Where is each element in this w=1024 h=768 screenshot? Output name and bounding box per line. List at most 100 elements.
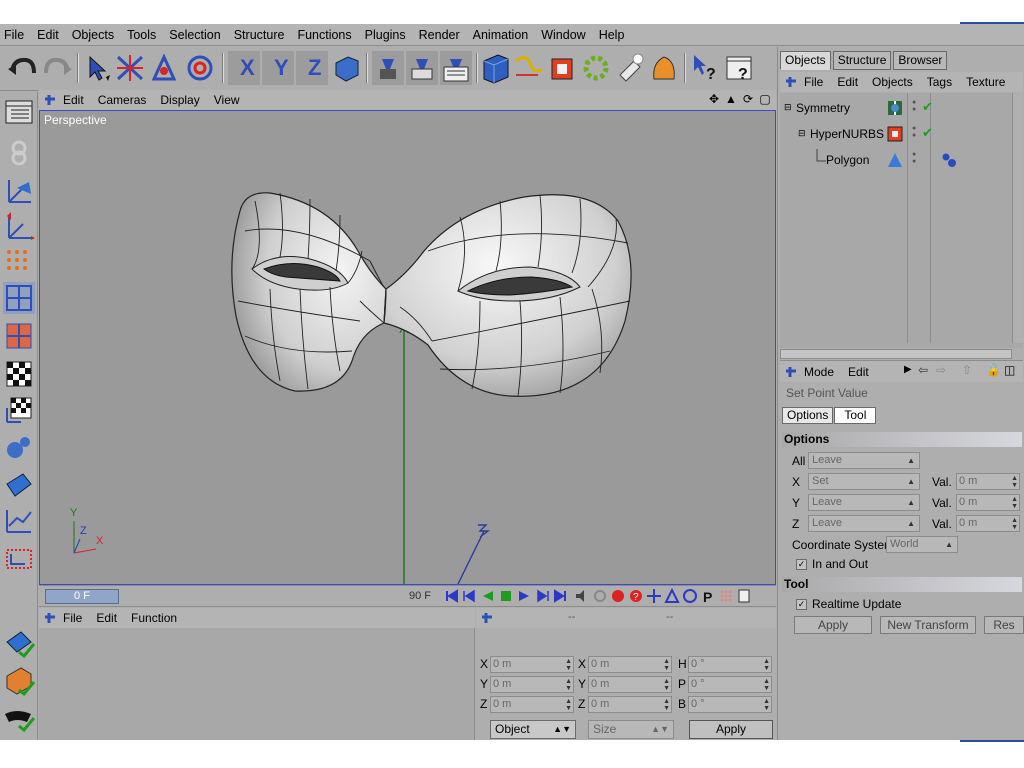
menu-edit[interactable]: Edit bbox=[37, 28, 59, 42]
reset-values-button[interactable]: Res bbox=[984, 616, 1024, 634]
viewport-menu-edit[interactable]: Edit bbox=[63, 93, 84, 107]
current-frame-field[interactable]: 0 F bbox=[45, 589, 119, 604]
menu-animation[interactable]: Animation bbox=[473, 28, 529, 42]
tweak-mode-icon[interactable] bbox=[3, 432, 35, 464]
forward-arrow-icon[interactable]: ⇨ bbox=[936, 363, 946, 377]
coordinate-system-icon[interactable] bbox=[330, 51, 362, 85]
om-menu-tags[interactable]: Tags bbox=[927, 75, 952, 89]
record-keys-icon[interactable] bbox=[610, 588, 626, 604]
visibility-dots-icon[interactable]: ● ● bbox=[912, 99, 916, 113]
rotate-view-icon[interactable]: ⟳ bbox=[741, 92, 755, 106]
enabled-check-icon[interactable]: ✔ bbox=[922, 99, 933, 115]
timeline-settings-icon[interactable] bbox=[736, 588, 752, 604]
texture-mode-icon[interactable] bbox=[3, 358, 35, 390]
om-menu-file[interactable]: File bbox=[804, 75, 823, 89]
play-backward-icon[interactable] bbox=[480, 588, 496, 604]
array-icon[interactable] bbox=[580, 51, 612, 85]
object-list-horizontal-scrollbar[interactable] bbox=[780, 349, 1012, 359]
locked-workplane-icon[interactable] bbox=[3, 664, 35, 696]
loop-icon[interactable] bbox=[592, 588, 608, 604]
redo-icon[interactable] bbox=[42, 51, 74, 85]
render-settings-icon[interactable] bbox=[440, 51, 472, 85]
menu-structure[interactable]: Structure bbox=[234, 28, 285, 42]
polygons-mode-icon[interactable] bbox=[3, 320, 35, 352]
viewport-menu-display[interactable]: Display bbox=[160, 93, 199, 107]
new-manager-icon[interactable]: ◫ bbox=[1004, 363, 1015, 377]
animation-mode-icon[interactable] bbox=[3, 504, 35, 536]
new-transform-button[interactable]: New Transform bbox=[880, 616, 976, 634]
material-menu-edit[interactable]: Edit bbox=[96, 611, 117, 625]
workplane-icon[interactable] bbox=[3, 542, 35, 574]
zoom-view-icon[interactable]: ▲ bbox=[724, 92, 738, 106]
menu-functions[interactable]: Functions bbox=[297, 28, 351, 42]
nurbs-icon[interactable] bbox=[546, 51, 578, 85]
maximize-view-icon[interactable]: ▢ bbox=[758, 92, 772, 106]
expand-arrow-icon[interactable]: ▶ bbox=[904, 364, 912, 375]
material-menu-file[interactable]: File bbox=[63, 611, 82, 625]
coordinate-mode-select[interactable]: Object ▲▼ bbox=[490, 720, 576, 739]
cube-icon[interactable] bbox=[480, 51, 512, 85]
position-track-icon[interactable] bbox=[646, 588, 662, 604]
object-list-vertical-scrollbar[interactable] bbox=[1012, 93, 1023, 343]
object-name[interactable]: Symmetry bbox=[796, 101, 850, 115]
tool-apply-button[interactable]: Apply bbox=[794, 616, 872, 634]
snap-settings-icon[interactable] bbox=[3, 732, 35, 740]
move-view-icon[interactable]: ✥ bbox=[707, 92, 721, 106]
points-mode-icon[interactable] bbox=[3, 246, 35, 278]
menu-objects[interactable]: Objects bbox=[72, 28, 114, 42]
x-mode-select[interactable]: Set ▲ bbox=[808, 473, 920, 490]
viewport-menu-view[interactable]: View bbox=[214, 93, 240, 107]
next-key-icon[interactable] bbox=[534, 588, 550, 604]
phong-tag-icon[interactable] bbox=[940, 151, 958, 169]
spline-icon[interactable] bbox=[512, 51, 544, 85]
x-axis-lock-icon[interactable]: X bbox=[228, 51, 260, 85]
collapse-icon[interactable]: ⊟ bbox=[784, 102, 792, 113]
x-val-field[interactable]: 0 m ▲ ▼ bbox=[956, 473, 1020, 490]
size-z-field[interactable]: 0 m ▲ ▼ bbox=[588, 696, 672, 713]
enable-snapping-icon[interactable] bbox=[3, 626, 35, 658]
deformer-icon[interactable] bbox=[648, 51, 680, 85]
undo-icon[interactable] bbox=[6, 51, 38, 85]
help-panel-icon[interactable]: ? bbox=[724, 51, 756, 85]
play-forward-icon[interactable] bbox=[516, 588, 532, 604]
render-view-icon[interactable] bbox=[372, 51, 404, 85]
object-axis-icon[interactable] bbox=[3, 174, 35, 206]
tool-section-header[interactable]: Tool bbox=[782, 577, 1022, 592]
visibility-dots-icon[interactable]: ● ● bbox=[912, 125, 916, 139]
layout-icon[interactable] bbox=[3, 96, 35, 128]
options-section-header[interactable]: Options bbox=[782, 432, 1022, 447]
pin-icon[interactable] bbox=[43, 93, 57, 107]
texture-axis-icon[interactable] bbox=[3, 394, 35, 426]
autokey-icon[interactable]: ? bbox=[628, 588, 644, 604]
size-x-field[interactable]: 0 m ▲ ▼ bbox=[588, 656, 672, 673]
tab-structure[interactable]: Structure bbox=[832, 51, 892, 70]
back-arrow-icon[interactable]: ⇦ bbox=[918, 363, 928, 377]
rotation-track-icon[interactable] bbox=[682, 588, 698, 604]
stop-icon[interactable] bbox=[498, 588, 514, 604]
live-selection-icon[interactable] bbox=[82, 51, 114, 85]
pos-x-field[interactable]: 0 m ▲ ▼ bbox=[490, 656, 574, 673]
pos-y-field[interactable]: 0 m ▲ ▼ bbox=[490, 676, 574, 693]
enabled-check-icon[interactable]: ✔ bbox=[922, 125, 933, 141]
menu-plugins[interactable]: Plugins bbox=[365, 28, 406, 42]
object-name[interactable]: Polygon bbox=[826, 153, 869, 167]
y-val-field[interactable]: 0 m ▲ ▼ bbox=[956, 494, 1020, 511]
z-mode-select[interactable]: Leave ▲ bbox=[808, 515, 920, 532]
rot-b-field[interactable]: 0 ° ▲ ▼ bbox=[688, 696, 772, 713]
menu-selection[interactable]: Selection bbox=[169, 28, 220, 42]
y-mode-select[interactable]: Leave ▲ bbox=[808, 494, 920, 511]
am-menu-mode[interactable]: Mode bbox=[804, 365, 834, 379]
om-menu-edit[interactable]: Edit bbox=[837, 75, 858, 89]
edges-mode-icon[interactable] bbox=[3, 282, 35, 314]
sound-icon[interactable] bbox=[574, 588, 590, 604]
rot-h-field[interactable]: 0 ° ▲ ▼ bbox=[688, 656, 772, 673]
lock-icon[interactable]: 🔓 bbox=[986, 363, 1001, 377]
parameter-track-icon[interactable]: P bbox=[700, 588, 716, 604]
move-icon[interactable] bbox=[114, 51, 146, 85]
size-mode-select[interactable]: Size ▲▼ bbox=[588, 720, 674, 739]
go-to-end-icon[interactable] bbox=[552, 588, 568, 604]
menu-help[interactable]: Help bbox=[599, 28, 625, 42]
material-menu-function[interactable]: Function bbox=[131, 611, 177, 625]
render-picture-icon[interactable] bbox=[406, 51, 438, 85]
paint-mode-icon[interactable] bbox=[3, 470, 35, 502]
